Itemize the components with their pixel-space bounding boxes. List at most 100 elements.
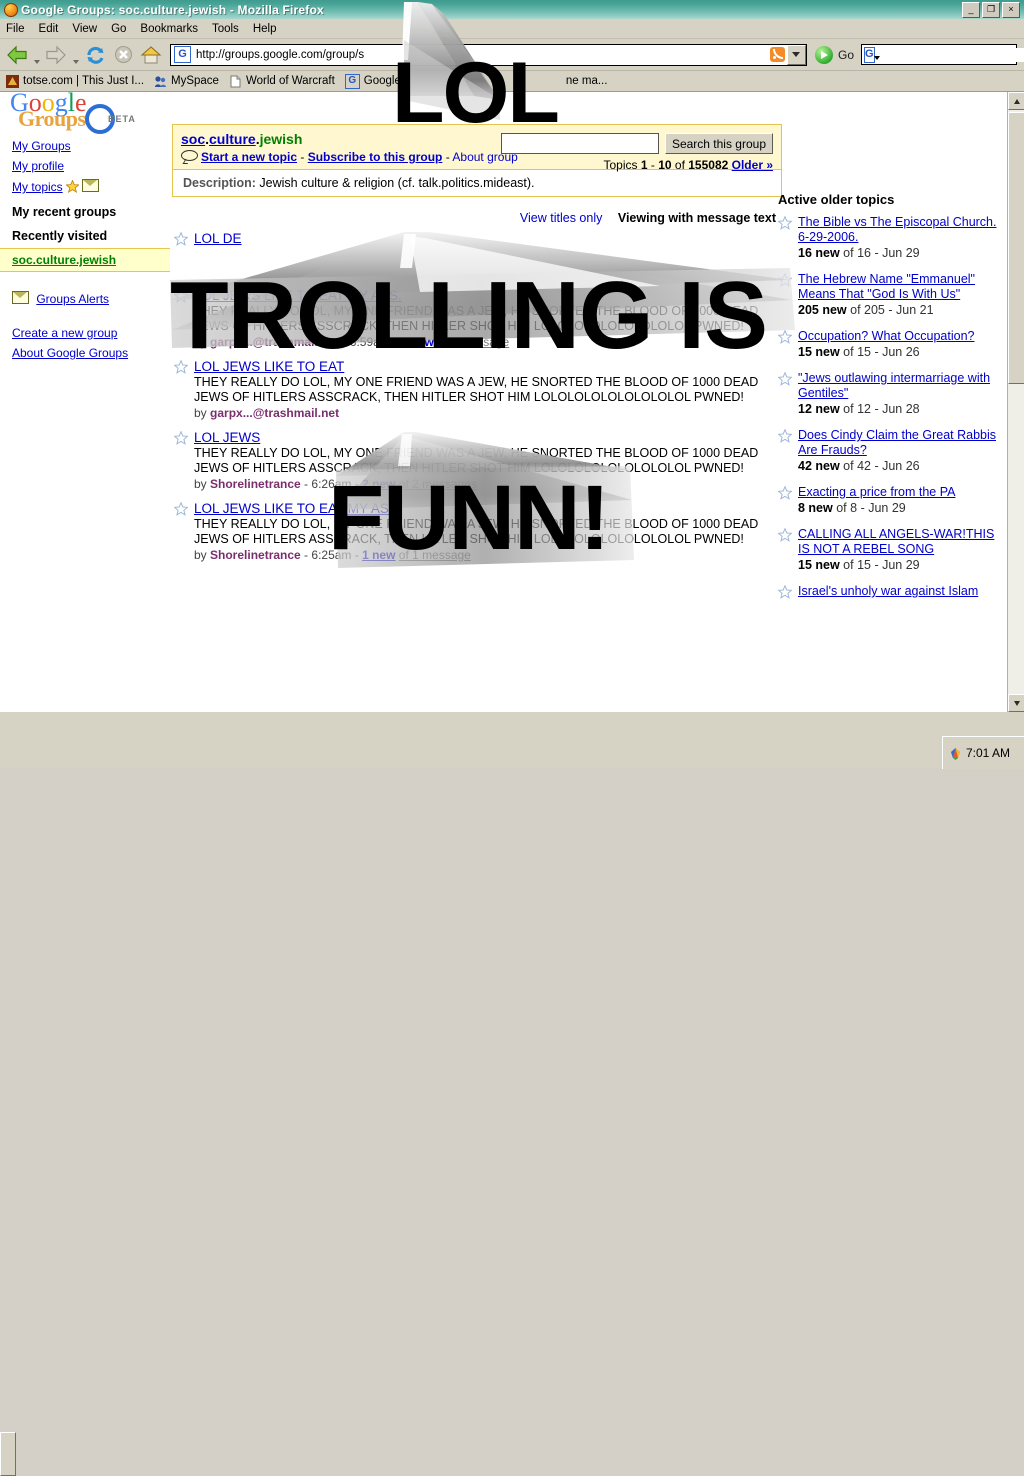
menu-tools[interactable]: Tools [212, 23, 239, 35]
scroll-up-button[interactable] [1008, 92, 1024, 110]
topic-link[interactable]: Occupation? What Occupation? [798, 329, 975, 343]
tray-icon[interactable] [949, 747, 962, 760]
list-item[interactable]: Israel's unholy war against Islam [778, 584, 1006, 599]
topic-author[interactable]: Shorelinetrance [210, 477, 301, 491]
group-search-input[interactable] [500, 133, 659, 154]
menu-bar[interactable]: File Edit View Go Bookmarks Tools Help [0, 19, 1024, 39]
list-item[interactable]: The Hebrew Name "Emmanuel" Means That "G… [778, 272, 1006, 318]
topic-link[interactable]: Does Cindy Claim the Great Rabbis Are Fr… [798, 428, 996, 457]
group-part-culture[interactable]: culture [209, 131, 256, 147]
list-item[interactable]: Does Cindy Claim the Great Rabbis Are Fr… [778, 428, 1006, 474]
url-input[interactable] [194, 47, 770, 62]
star-icon[interactable] [174, 232, 188, 246]
rss-icon[interactable] [769, 47, 785, 62]
reload-button[interactable] [82, 43, 108, 67]
menu-go[interactable]: Go [111, 23, 126, 35]
star-icon[interactable] [778, 372, 792, 386]
window-controls[interactable]: _ ❐ × [962, 2, 1020, 18]
browser-search-input[interactable] [879, 47, 1024, 62]
sidebar-item-current-group[interactable]: soc.culture.jewish [0, 248, 170, 272]
clock[interactable]: 7:01 AM [966, 746, 1010, 760]
sidebar-item-about-groups[interactable]: About Google Groups [0, 343, 170, 363]
browser-search-box[interactable]: G [861, 44, 1024, 65]
bookmark-google[interactable]: G Google [343, 73, 406, 89]
bookmark-myspace[interactable]: MySpace [152, 75, 224, 88]
menu-file[interactable]: File [6, 23, 25, 35]
sidebar-link[interactable]: About Google Groups [12, 346, 128, 360]
menu-view[interactable]: View [72, 23, 97, 35]
sidebar-link[interactable]: Groups Alerts [36, 292, 109, 306]
sidebar-link[interactable]: My Groups [12, 139, 71, 153]
groups-logo[interactable]: Google Groups BETA [0, 92, 170, 136]
topic-title[interactable]: LOL JEWS LIKE TO EAT MY ASS. [194, 288, 782, 303]
page-scrollbar[interactable] [1007, 92, 1024, 712]
topic-link[interactable]: CALLING ALL ANGELS-WAR!THIS IS NOT A REB… [798, 527, 994, 556]
topic-link[interactable]: Exacting a price from the PA [798, 485, 955, 499]
sidebar-item-my-profile[interactable]: My profile [0, 156, 170, 176]
table-row[interactable]: LOL JEWS LIKE TO EAT MY ASS. THEY REALLY… [172, 501, 782, 562]
scrollbar-thumb[interactable] [1008, 112, 1024, 384]
topic-author[interactable]: Shorelinetrance [210, 548, 301, 562]
star-icon[interactable] [778, 429, 792, 443]
sidebar-item-my-topics[interactable]: My topics [0, 176, 170, 197]
bookmarks-toolbar[interactable]: totse.com | This Just I... MySpace World… [0, 71, 1024, 92]
star-icon[interactable] [778, 216, 792, 230]
sidebar-link[interactable]: My profile [12, 159, 64, 173]
topic-new-count[interactable]: 1 new [400, 335, 433, 349]
restore-button[interactable]: ❐ [982, 2, 1000, 18]
subscribe-link[interactable]: Subscribe to this group [308, 150, 443, 164]
list-item[interactable]: "Jews outlawing intermarriage with Genti… [778, 371, 1006, 417]
topic-link[interactable]: Israel's unholy war against Islam [798, 584, 978, 598]
topic-message-count[interactable]: of 2 messages [399, 477, 477, 491]
topic-message-count[interactable]: of 1 message [437, 335, 509, 349]
star-icon[interactable] [778, 585, 792, 599]
sidebar-link[interactable]: soc.culture.jewish [12, 253, 116, 267]
star-icon[interactable] [778, 528, 792, 542]
menu-help[interactable]: Help [253, 23, 277, 35]
topic-title[interactable]: LOL DE [194, 231, 782, 246]
topic-link[interactable]: The Bible vs The Episcopal Church. 6-29-… [798, 215, 996, 244]
list-item[interactable]: Exacting a price from the PA 8 new of 8 … [778, 485, 1006, 516]
sidebar-link[interactable]: Create a new group [12, 326, 117, 340]
back-button[interactable] [4, 43, 30, 67]
list-item[interactable]: Occupation? What Occupation? 15 new of 1… [778, 329, 1006, 360]
stop-button[interactable] [110, 43, 136, 67]
sidebar-link[interactable]: My topics [12, 180, 63, 194]
star-icon[interactable] [778, 273, 792, 287]
minimize-button[interactable]: _ [962, 2, 980, 18]
topic-new-count[interactable]: 1 new [362, 548, 395, 562]
star-icon[interactable] [778, 486, 792, 500]
topic-title[interactable]: LOL JEWS [194, 430, 782, 445]
topic-message-count[interactable]: of 1 message [399, 548, 471, 562]
system-tray[interactable]: 7:01 AM [942, 736, 1024, 769]
back-dropdown-icon[interactable] [32, 40, 41, 70]
start-new-topic-link[interactable]: Start a new topic [201, 150, 297, 164]
star-icon[interactable] [174, 289, 188, 303]
topic-link[interactable]: "Jews outlawing intermarriage with Genti… [798, 371, 990, 400]
menu-edit[interactable]: Edit [39, 23, 59, 35]
search-this-group-button[interactable]: Search this group [664, 133, 773, 154]
table-row[interactable]: LOL JEWS LIKE TO EAT MY ASS. THEY REALLY… [172, 288, 782, 349]
topic-author[interactable]: garpx...@trashmail.net [210, 406, 339, 420]
star-icon[interactable] [174, 431, 188, 445]
topic-title[interactable]: LOL JEWS LIKE TO EAT MY ASS. [194, 501, 782, 516]
bookmark-totse[interactable]: totse.com | This Just I... [4, 74, 149, 88]
star-icon[interactable] [174, 502, 188, 516]
close-button[interactable]: × [1002, 2, 1020, 18]
menu-bookmarks[interactable]: Bookmarks [140, 23, 198, 35]
star-icon[interactable] [174, 360, 188, 374]
view-titles-only-link[interactable]: View titles only [520, 211, 602, 225]
bookmark-wow[interactable]: World of Warcraft [227, 75, 340, 88]
older-link[interactable]: Older » [732, 158, 773, 172]
list-item[interactable]: The Bible vs The Episcopal Church. 6-29-… [778, 215, 1006, 261]
sidebar-item-create-group[interactable]: Create a new group [0, 323, 170, 343]
sidebar-item-my-groups[interactable]: My Groups [0, 136, 170, 156]
go-button[interactable] [814, 45, 833, 64]
table-row[interactable]: LOL DE [172, 231, 782, 246]
taskbar-left-handle[interactable] [0, 1432, 16, 1476]
topic-author[interactable]: garpx...@trashmail.net [210, 335, 339, 349]
home-button[interactable] [138, 43, 164, 67]
topic-new-count[interactable]: 2 new [362, 477, 395, 491]
sidebar-item-groups-alerts[interactable]: Groups Alerts [0, 288, 170, 309]
address-bar[interactable]: G [170, 43, 807, 66]
